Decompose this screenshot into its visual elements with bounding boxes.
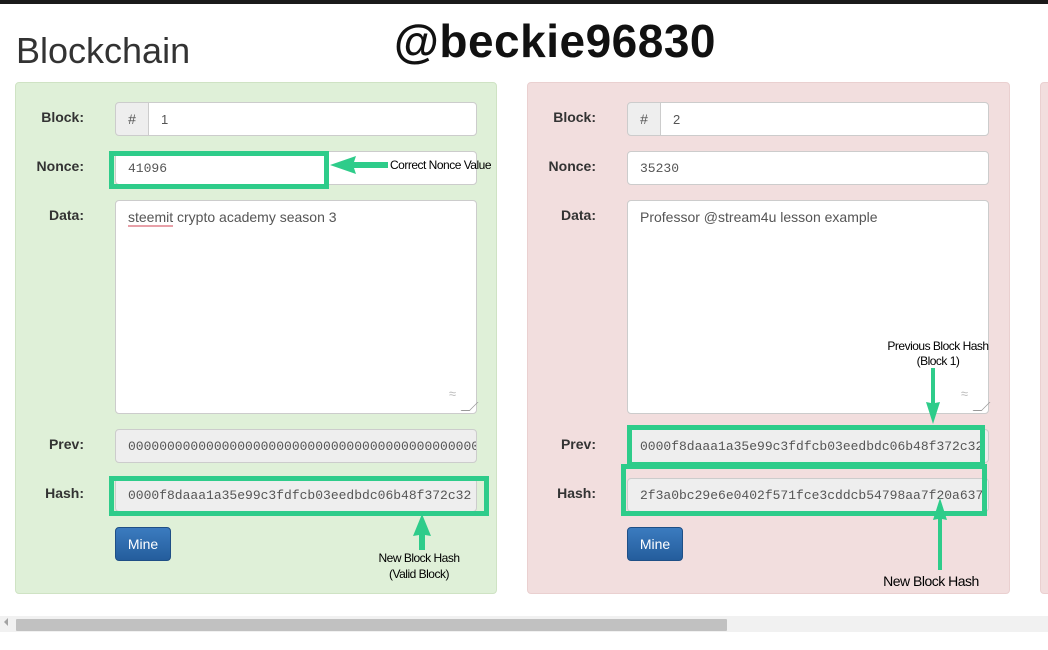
resize-handle-icon[interactable] — [460, 402, 479, 411]
data-text: Professor @stream4u lesson example — [640, 209, 878, 225]
annotation-new-hash: New Block Hash — [883, 573, 979, 589]
watermark-username: @beckie96830 — [394, 15, 716, 67]
wifi-icon: ≈ — [960, 386, 968, 401]
hash-label: Hash: — [45, 485, 84, 501]
top-border — [0, 0, 1048, 4]
nonce-label: Nonce: — [36, 158, 84, 174]
nonce-input[interactable]: 35230 — [627, 151, 989, 185]
mine-button[interactable]: Mine — [115, 527, 171, 561]
annotation-prev-hash-line2: (Block 1) — [916, 354, 960, 368]
data-label: Data: — [560, 207, 596, 223]
mine-button[interactable]: Mine — [627, 527, 683, 561]
block-number-input[interactable]: 1 — [148, 102, 477, 136]
block-label: Block: — [41, 109, 84, 125]
data-label: Data: — [48, 207, 84, 223]
resize-handle-icon[interactable] — [972, 402, 991, 411]
prev-hash-field: 0000f8daaa1a35e99c3fdfcb03eedbdc06b48f37… — [627, 429, 989, 463]
prev-label: Prev: — [560, 436, 596, 452]
data-text-misspelled-word: steemit — [128, 209, 174, 227]
data-text-rest: crypto academy season 3 — [173, 209, 337, 225]
data-textarea[interactable]: Professor @stream4u lesson example ≈ — [627, 200, 991, 414]
hash-field: 0000f8daaa1a35e99c3fdfcb03eedbdc06b48f37… — [115, 478, 477, 512]
page-title: Blockchain — [16, 30, 191, 71]
annotation-correct-nonce: Correct Nonce Value — [390, 158, 492, 172]
hash-field: 2f3a0bc29e6e0402f571fce3cddcb54798aa7f20… — [627, 478, 989, 512]
hash-prefix-addon: # — [627, 102, 661, 136]
wifi-icon: ≈ — [448, 386, 456, 401]
annotation-new-hash-valid-line1: New Block Hash — [378, 551, 460, 565]
annotation-new-hash-valid-line2: (Valid Block) — [389, 567, 449, 581]
annotation-prev-hash-line1: Previous Block Hash — [887, 339, 989, 353]
prev-hash-field: 0000000000000000000000000000000000000000… — [115, 429, 477, 463]
block-card-3-partial — [1040, 82, 1048, 594]
block-label: Block: — [553, 109, 596, 125]
data-textarea[interactable]: steemit crypto academy season 3 ≈ — [115, 200, 479, 414]
hash-label: Hash: — [557, 485, 596, 501]
block-card-2: Block: # 2 Nonce: 35230 Data: Professor … — [527, 82, 1010, 594]
block-number-input[interactable]: 2 — [660, 102, 989, 136]
hash-prefix-addon: # — [115, 102, 149, 136]
nonce-label: Nonce: — [548, 158, 596, 174]
prev-label: Prev: — [48, 436, 84, 452]
scrollbar-thumb[interactable] — [16, 619, 727, 631]
scroll-left-arrow-icon[interactable] — [4, 618, 8, 626]
